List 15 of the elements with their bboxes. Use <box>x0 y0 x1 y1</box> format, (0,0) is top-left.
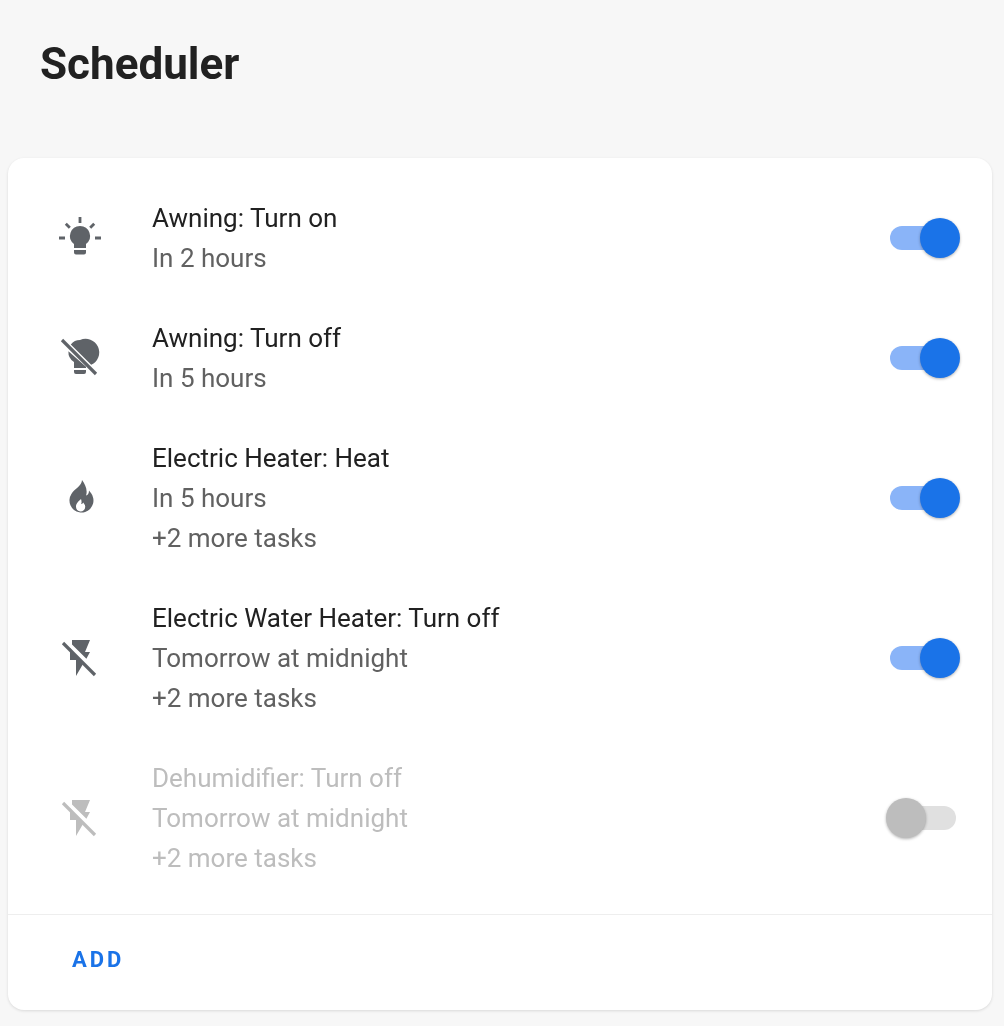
page-title: Scheduler <box>40 37 240 92</box>
schedule-detail: In 2 hours <box>152 242 267 275</box>
schedule-detail: +2 more tasks <box>152 842 317 875</box>
schedule-detail: +2 more tasks <box>152 682 317 715</box>
schedule-title: Electric Water Heater: Turn off <box>152 602 500 635</box>
add-button[interactable]: ADD <box>52 939 145 980</box>
schedule-detail: Tomorrow at midnight <box>152 642 408 675</box>
schedule-detail: Tomorrow at midnight <box>152 802 408 835</box>
schedule-title: Electric Heater: Heat <box>152 442 390 475</box>
schedule-detail: In 5 hours <box>152 362 267 395</box>
schedule-title: Awning: Turn off <box>152 322 342 355</box>
schedule-detail: In 5 hours <box>152 482 267 515</box>
schedule-title: Dehumidifier: Turn off <box>152 762 403 795</box>
schedule-title: Awning: Turn on <box>152 202 338 235</box>
schedule-detail: +2 more tasks <box>152 522 317 555</box>
